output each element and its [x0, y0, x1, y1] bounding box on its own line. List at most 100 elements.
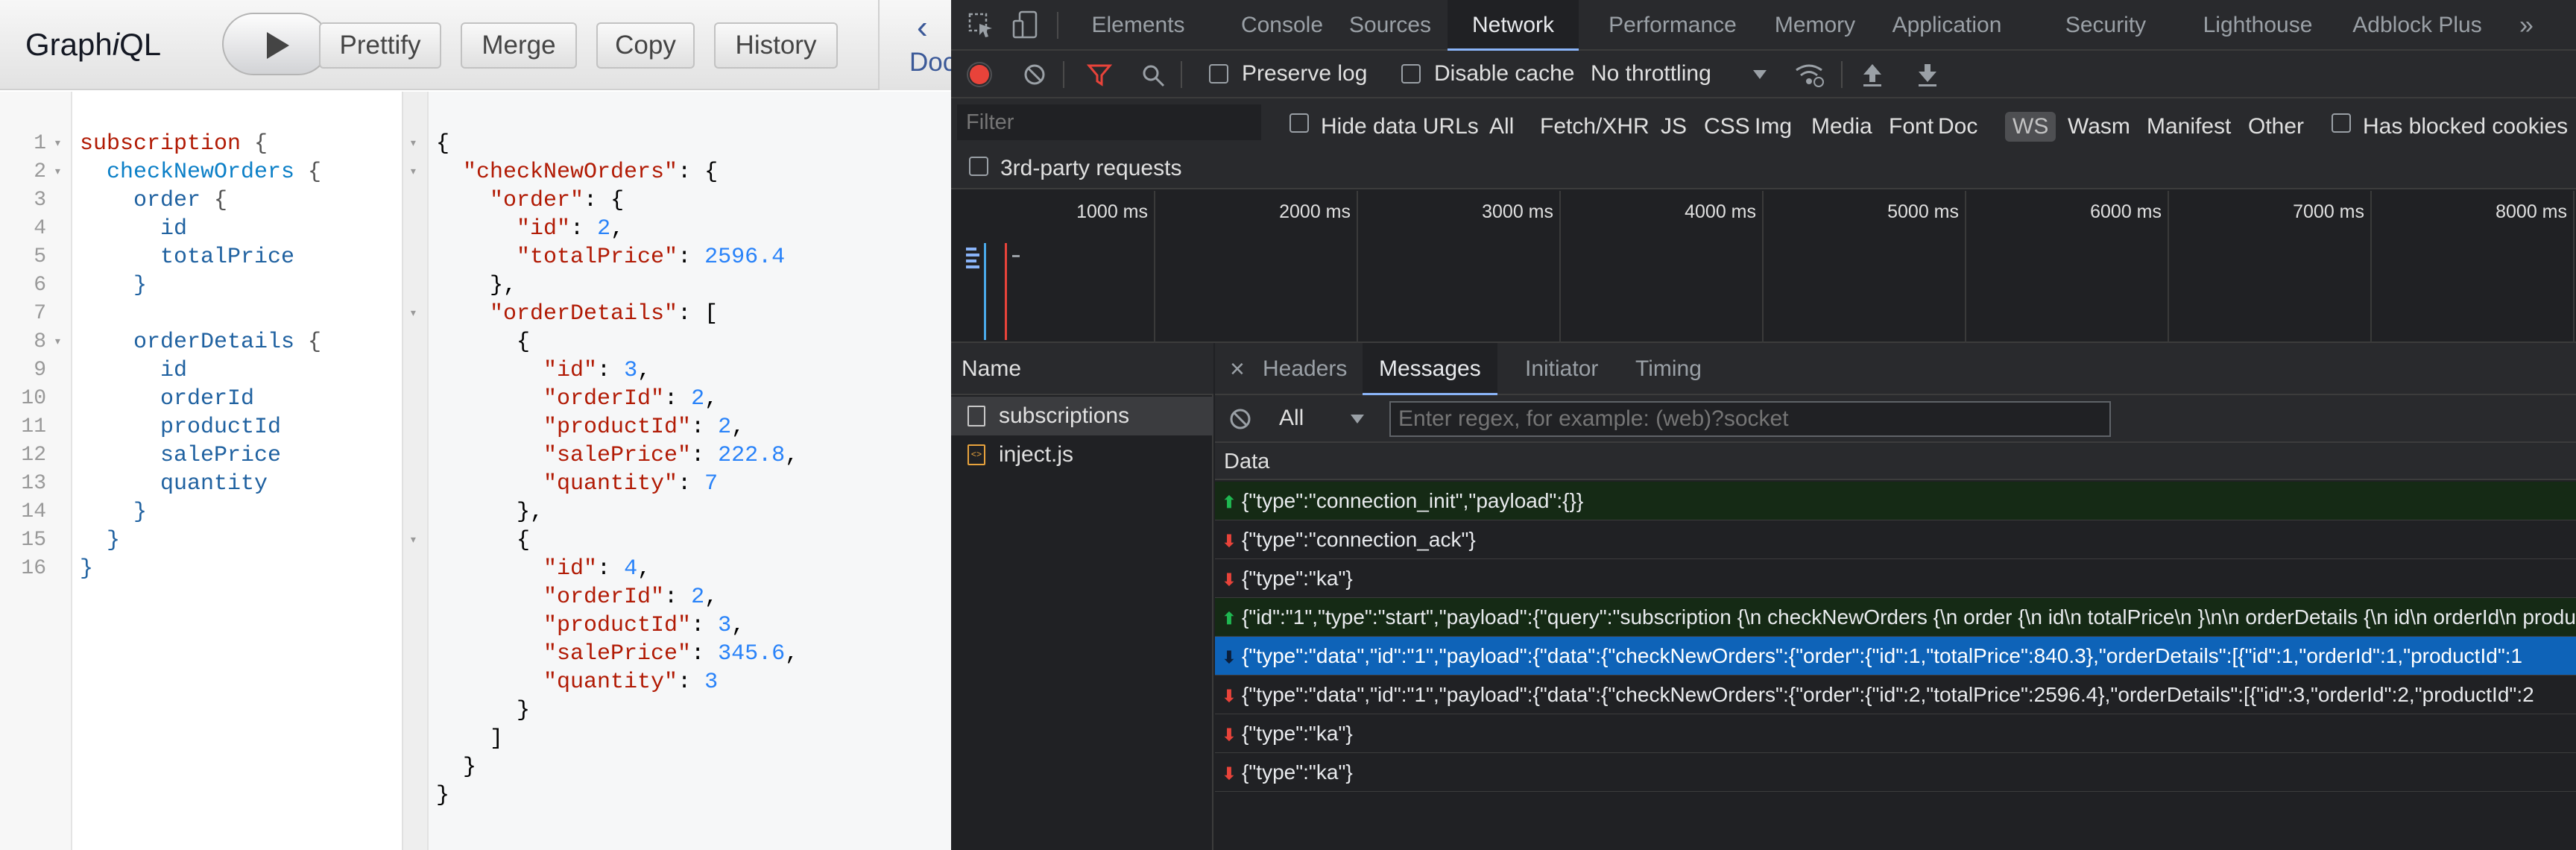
close-detail-button[interactable]: × [1230, 343, 1245, 395]
clear-icon[interactable] [1023, 63, 1046, 86]
result-line: }, [436, 500, 544, 525]
type-filter-ws[interactable]: WS [2005, 112, 2056, 142]
network-conditions-icon[interactable] [1793, 61, 1825, 88]
query-token: productId [80, 415, 282, 440]
timeline-gridline [2370, 191, 2372, 343]
tab-lighthouse[interactable]: Lighthouse [2197, 0, 2318, 51]
fold-arrow-icon[interactable]: ▾ [409, 130, 417, 158]
export-har-icon[interactable] [1916, 61, 1939, 88]
arrow-down-icon: ⬇ [1222, 648, 1237, 667]
detail-tab-initiator[interactable]: Initiator [1525, 343, 1598, 395]
disable-cache-label: Disable cache [1434, 61, 1575, 86]
inspect-element-icon[interactable] [967, 12, 994, 39]
detail-tab-messages[interactable]: Messages [1363, 343, 1497, 395]
line-number: 2 [34, 160, 46, 183]
record-icon[interactable] [966, 61, 993, 88]
query-token: subscription [80, 131, 242, 157]
result-line: "quantity": 3 [543, 670, 719, 695]
tab-elements[interactable]: Elements [1082, 0, 1194, 51]
graphiql-title: GraphiQL [25, 27, 161, 63]
import-har-icon[interactable] [1860, 61, 1884, 88]
tab-memory[interactable]: Memory [1774, 0, 1856, 51]
type-filter-all[interactable]: All [1489, 112, 1514, 142]
fold-arrow-icon[interactable]: ▾ [54, 328, 62, 356]
execute-query-button[interactable] [222, 13, 329, 75]
hide-data-urls-checkbox[interactable] [1289, 113, 1309, 133]
result-line: "productId": 2, [543, 415, 745, 440]
network-overview-timeline[interactable]: 1000 ms 2000 ms 3000 ms 4000 ms 5000 ms 6000 … [951, 191, 2576, 343]
request-row[interactable]: <> inject.js [951, 435, 1213, 474]
fold-arrow-icon[interactable]: ▾ [54, 130, 62, 158]
query-line: quantity [80, 470, 268, 498]
tab-security[interactable]: Security [2044, 0, 2168, 51]
result-line: { [436, 330, 531, 355]
search-icon[interactable] [1140, 63, 1166, 88]
merge-button[interactable]: Merge [461, 22, 577, 69]
type-filter-media[interactable]: Media [1811, 112, 1872, 142]
message-data: {"type":"ka"} [1242, 567, 1353, 590]
tab-performance[interactable]: Performance [1604, 0, 1741, 51]
fold-arrow-icon[interactable]: ▾ [54, 158, 62, 186]
type-filter-js[interactable]: JS [1661, 112, 1687, 142]
sent-message-row[interactable]: ⬆ {"id":"1","type":"start","payload":{"qu… [1215, 598, 2576, 637]
sent-message-row[interactable]: ⬆ {"type":"connection_init","payload":{}} [1215, 482, 2576, 520]
received-message-row[interactable]: ⬇ {"type":"data","id":"1","payload":{"dat… [1215, 637, 2576, 676]
clear-messages-icon[interactable] [1228, 407, 1252, 431]
request-row[interactable]: subscriptions [951, 397, 1213, 435]
received-message-row[interactable]: ⬇ {"type":"ka"} [1215, 753, 2576, 792]
timeline-tick-label: 7000 ms [2293, 201, 2364, 222]
timeline-gridline [2573, 191, 2575, 343]
type-filter-css[interactable]: CSS [1704, 112, 1750, 142]
fold-arrow-icon[interactable]: ▾ [409, 300, 417, 328]
name-column-header[interactable]: Name [951, 343, 1213, 395]
received-message-row[interactable]: ⬇ {"type":"data","id":"1","payload":{"dat… [1215, 676, 2576, 714]
separator [1181, 61, 1182, 88]
more-tabs-button[interactable]: » [2519, 0, 2534, 51]
filter-icon[interactable] [1087, 63, 1112, 88]
result-line: "order": { [490, 188, 625, 213]
throttling-select[interactable]: No throttling [1591, 61, 1711, 86]
message-data: {"type":"ka"} [1242, 722, 1353, 745]
line-number: 4 [34, 217, 46, 240]
query-editor[interactable]: 1 ▾ 2 ▾ 3 4 5 6 7 8 ▾ 9 10 11 12 13 14 15 16 subscription … [0, 92, 403, 850]
received-message-row[interactable]: ⬇ {"type":"ka"} [1215, 714, 2576, 753]
message-regex-input[interactable] [1389, 401, 2111, 437]
tab-application[interactable]: Application [1880, 0, 2014, 51]
tab-adblock-plus[interactable]: Adblock Plus [2346, 0, 2488, 51]
tab-sources[interactable]: Sources [1349, 0, 1431, 51]
data-column-header[interactable]: Data [1215, 443, 2576, 480]
line-number: 14 [21, 500, 46, 523]
detail-tab-timing[interactable]: Timing [1635, 343, 1702, 395]
arrow-down-icon: ⬇ [1222, 687, 1237, 705]
graphiql-panel: GraphiQL Prettify Merge Copy History ‹ D… [0, 0, 951, 850]
received-message-row[interactable]: ⬇ {"type":"ka"} [1215, 559, 2576, 598]
type-filter-font[interactable]: Font [1889, 112, 1933, 142]
blocked-cookies-checkbox[interactable] [2332, 113, 2351, 133]
tab-network[interactable]: Network [1448, 0, 1579, 51]
received-message-row[interactable]: ⬇ {"type":"connection_ack"} [1215, 520, 2576, 559]
disable-cache-checkbox[interactable] [1401, 64, 1421, 84]
type-filter-other[interactable]: Other [2248, 112, 2304, 142]
type-filter-wasm[interactable]: Wasm [2068, 112, 2130, 142]
result-line: "quantity": 7 [543, 471, 719, 497]
preserve-log-checkbox[interactable] [1209, 64, 1228, 84]
title-part: QL [119, 27, 162, 62]
filter-input[interactable] [957, 104, 1261, 140]
fold-arrow-icon[interactable]: ▾ [409, 526, 417, 555]
prettify-button[interactable]: Prettify [319, 22, 441, 69]
type-filter-manifest[interactable]: Manifest [2147, 112, 2231, 142]
message-type-select[interactable]: All [1279, 406, 1304, 431]
third-party-checkbox[interactable] [969, 157, 988, 176]
fold-arrow-icon[interactable]: ▾ [409, 158, 417, 186]
query-token: checkNewOrders [80, 160, 295, 185]
query-token: } [80, 500, 148, 525]
device-toolbar-icon[interactable] [1011, 10, 1041, 40]
type-filter-img[interactable]: Img [1755, 112, 1792, 142]
type-filter-fetch-xhr[interactable]: Fetch/XHR [1540, 112, 1650, 142]
copy-button[interactable]: Copy [596, 22, 695, 69]
tab-console[interactable]: Console [1236, 0, 1328, 51]
detail-tab-headers[interactable]: Headers [1263, 343, 1347, 395]
type-filter-doc[interactable]: Doc [1938, 112, 1977, 142]
history-button[interactable]: History [714, 22, 838, 69]
docs-toggle[interactable]: ‹ Doc [878, 0, 951, 90]
